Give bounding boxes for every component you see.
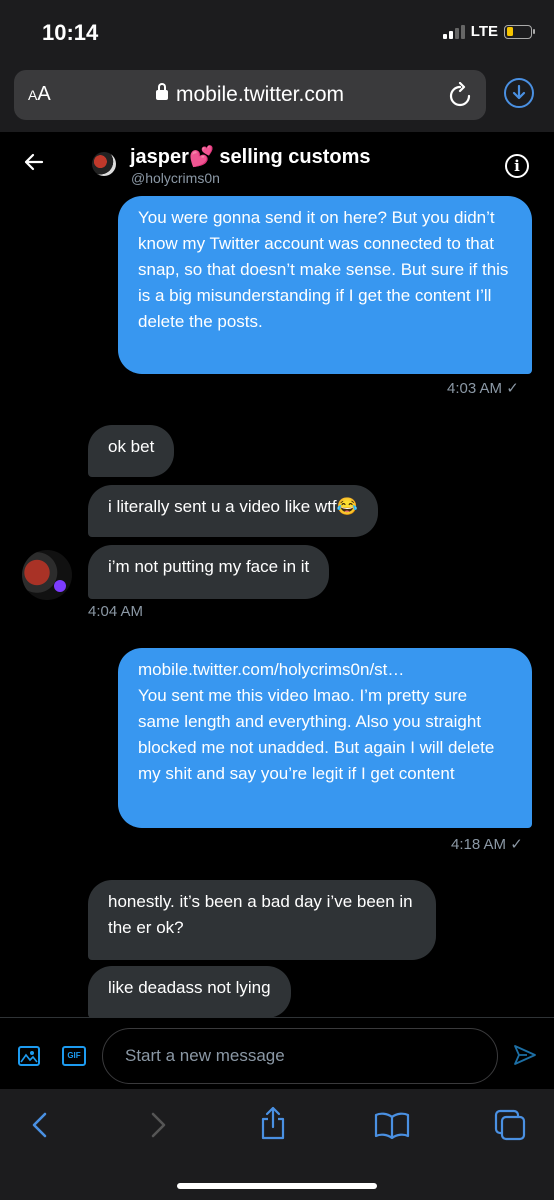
bookmarks-icon[interactable] (374, 1111, 410, 1144)
browser-bottom-toolbar (0, 1089, 554, 1200)
name-suffix: selling customs (213, 146, 371, 168)
heart-emoji: 💕 (188, 146, 214, 168)
message-bubble-received[interactable]: like deadass not lying (88, 966, 291, 1018)
message-bubble-received[interactable]: i’m not putting my face in it (88, 545, 330, 599)
message-text: honestly. it’s been a bad day i’ve been … (108, 892, 413, 937)
back-icon[interactable] (28, 1111, 52, 1144)
name-text: jasper (130, 146, 189, 168)
message-timestamp: 4:03 AM ✓ (447, 380, 519, 397)
tabs-icon[interactable] (494, 1109, 526, 1146)
message-text: You were gonna send it on here? But you … (138, 208, 509, 331)
status-time: 10:14 (42, 20, 99, 45)
conversation-handle: @holycrims0n (131, 170, 220, 186)
message-bubble-received[interactable]: ok bet (88, 425, 175, 477)
message-composer: GIF Start a new message (0, 1017, 554, 1089)
message-bubble-received[interactable]: honestly. it’s been a bad day i’ve been … (88, 880, 436, 960)
message-input[interactable]: Start a new message (102, 1028, 498, 1084)
status-bar: 10:14 LTE (0, 0, 554, 62)
forward-icon[interactable] (146, 1111, 170, 1144)
home-indicator (177, 1183, 377, 1189)
back-arrow-icon[interactable] (22, 150, 46, 179)
signal-icon (442, 24, 465, 39)
conversation-header: jasper💕 selling customs @holycrims0n i (0, 132, 554, 196)
message-text: i literally sent u a video like wtf😂 (108, 497, 358, 516)
message-timestamp: 4:18 AM ✓ (451, 836, 523, 853)
message-timestamp: 4:04 AM (88, 603, 144, 620)
info-icon[interactable]: i (505, 154, 529, 178)
network-label: LTE (470, 23, 498, 40)
message-text: You sent me this video lmao. I’m pretty … (138, 686, 495, 783)
download-icon[interactable] (504, 78, 534, 108)
reload-icon[interactable] (448, 81, 472, 113)
tweet-link[interactable]: mobile.twitter.com/holycrims0n/st… (138, 660, 404, 679)
send-icon[interactable] (513, 1044, 537, 1071)
address-bar[interactable]: AA mobile.twitter.com (14, 70, 486, 120)
header-avatar[interactable] (92, 152, 116, 176)
gif-icon[interactable]: GIF (62, 1046, 86, 1066)
message-text: i’m not putting my face in it (108, 557, 310, 576)
battery-icon (504, 24, 535, 39)
url-display[interactable]: mobile.twitter.com (14, 83, 486, 107)
lock-icon (155, 83, 168, 100)
conversation-name[interactable]: jasper💕 selling customs (130, 144, 371, 169)
browser-toolbar: AA mobile.twitter.com (0, 62, 554, 132)
image-icon[interactable] (18, 1046, 40, 1066)
message-text: like deadass not lying (108, 978, 271, 997)
message-bubble-sent[interactable]: You were gonna send it on here? But you … (118, 196, 532, 374)
status-indicators: LTE (442, 23, 535, 40)
url-text: mobile.twitter.com (175, 83, 345, 106)
message-bubble-received[interactable]: i literally sent u a video like wtf😂 (88, 485, 378, 537)
share-icon[interactable] (258, 1105, 288, 1146)
message-bubble-sent[interactable]: mobile.twitter.com/holycrims0n/st… You s… (118, 648, 532, 828)
message-text: ok bet (108, 437, 155, 456)
sender-avatar[interactable] (22, 550, 72, 600)
